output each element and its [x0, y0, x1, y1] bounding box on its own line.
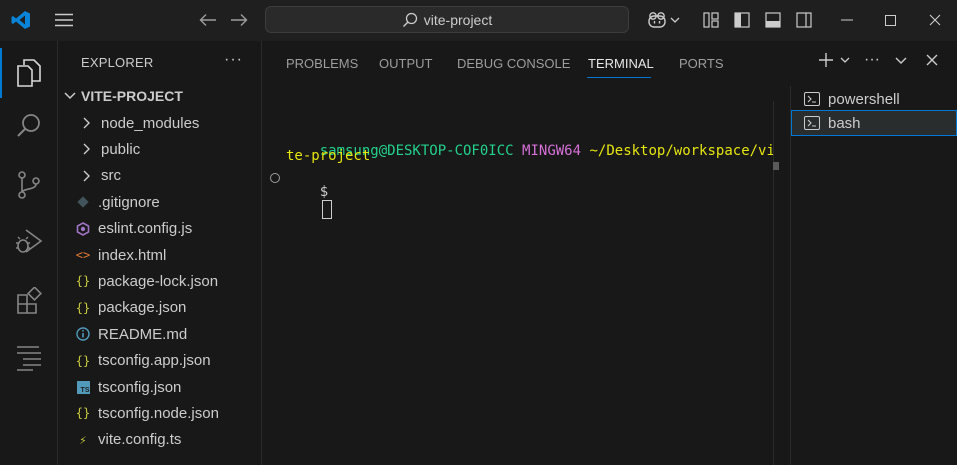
forward-arrow-icon[interactable]	[229, 11, 249, 29]
terminal-item-powershell[interactable]: powershell	[791, 86, 957, 112]
explorer-title: EXPLORER	[81, 55, 154, 70]
more-actions-icon[interactable]: ···	[224, 51, 243, 69]
vscode-logo-icon	[10, 9, 32, 31]
json-braces-icon: {}	[75, 406, 91, 421]
file-item[interactable]: {} tsconfig.app.json	[58, 348, 278, 374]
file-item[interactable]: <> index.html	[58, 242, 278, 268]
tree-item-label: index.html	[98, 246, 167, 264]
run-debug-icon[interactable]	[0, 217, 58, 265]
terminal-scrollbar[interactable]	[773, 101, 782, 465]
terminal-item-label: bash	[828, 114, 861, 132]
terminal-input-line[interactable]: $	[286, 168, 332, 235]
tree-item-label: tsconfig.app.json	[98, 352, 211, 370]
outline-icon[interactable]	[0, 333, 58, 381]
file-item[interactable]: README.md	[58, 321, 278, 347]
explorer-icon[interactable]	[0, 49, 58, 97]
maximize-icon[interactable]	[881, 11, 899, 29]
terminal-item-bash[interactable]: bash	[791, 110, 957, 136]
tree-item-label: src	[101, 167, 121, 185]
folder-item[interactable]: public	[58, 136, 281, 162]
json-braces-icon: {}	[75, 274, 91, 289]
close-icon[interactable]	[924, 51, 940, 69]
git-diamond-icon	[75, 194, 91, 210]
copilot-icon[interactable]	[646, 10, 668, 30]
terminal-icon	[804, 92, 820, 106]
html-brackets-icon: <>	[75, 248, 91, 262]
file-item[interactable]: {} package-lock.json	[58, 268, 278, 294]
title-bar: vite-project	[0, 0, 957, 41]
terminal-prompt-symbol: $	[319, 184, 329, 200]
project-folder-header[interactable]: VITE-PROJECT	[63, 88, 183, 104]
tree-item-label: .gitignore	[98, 193, 160, 211]
terminal-icon	[804, 116, 820, 130]
explorer-sidebar: EXPLORER ··· VITE-PROJECT node_modulespu…	[58, 41, 262, 465]
menu-icon[interactable]	[53, 11, 75, 29]
customize-layout-icon[interactable]	[702, 11, 720, 29]
chevron-right-icon	[78, 141, 94, 157]
folder-item[interactable]: node_modules	[58, 110, 281, 136]
json-braces-icon: {}	[75, 300, 91, 315]
command-decoration-icon	[270, 173, 280, 183]
active-tab-underline	[587, 77, 651, 78]
scrollbar-marker	[773, 162, 779, 170]
eslint-hexagon-icon	[75, 221, 91, 237]
more-icon[interactable]: ···	[862, 51, 882, 69]
search-text: vite-project	[423, 11, 493, 28]
file-item[interactable]: ⚡ vite.config.ts	[58, 427, 278, 453]
close-icon[interactable]	[926, 11, 944, 29]
tree-item-label: package.json	[98, 299, 187, 317]
toggle-primary-sidebar-icon[interactable]	[733, 11, 751, 29]
chevron-down-icon[interactable]	[839, 51, 851, 69]
project-name: VITE-PROJECT	[81, 88, 183, 104]
typescript-icon: TS	[75, 379, 91, 395]
terminal-item-label: powershell	[828, 90, 900, 108]
search-icon[interactable]	[0, 102, 58, 150]
terminal-shell-name: MINGW64	[522, 143, 582, 159]
json-braces-icon: {}	[75, 353, 91, 368]
extensions-icon[interactable]	[0, 277, 58, 325]
minimize-icon[interactable]	[838, 11, 856, 29]
plus-icon[interactable]	[817, 51, 835, 69]
file-item[interactable]: TS tsconfig.json	[58, 374, 278, 400]
tab-ports[interactable]: PORTS	[679, 56, 724, 71]
tree-item-label: node_modules	[101, 114, 200, 132]
terminal-path: ~/Desktop/workspace/vi	[589, 143, 775, 159]
terminal-tabs-list: powershell bash	[790, 86, 957, 465]
toggle-secondary-sidebar-icon[interactable]	[795, 11, 813, 29]
info-icon	[75, 326, 91, 342]
tree-item-label: README.md	[98, 325, 188, 343]
panel-tab-bar: PROBLEMS OUTPUT DEBUG CONSOLE TERMINAL P…	[262, 41, 957, 86]
tree-item-label: vite.config.ts	[98, 431, 182, 449]
source-control-icon[interactable]	[0, 161, 58, 209]
file-item[interactable]: {} package.json	[58, 295, 278, 321]
tree-item-label: eslint.config.js	[98, 220, 193, 238]
tree-item-label: public	[101, 140, 141, 158]
command-center-search[interactable]: vite-project	[265, 6, 629, 33]
tab-debug-console[interactable]: DEBUG CONSOLE	[457, 56, 570, 71]
file-item[interactable]: .gitignore	[58, 189, 278, 215]
tab-output[interactable]: OUTPUT	[379, 56, 432, 71]
terminal-output[interactable]: samsung@DESKTOP-COF0ICC MINGW64 ~/Deskto…	[262, 86, 790, 465]
chevron-right-icon	[78, 168, 94, 184]
terminal-path-continuation: te-project	[286, 148, 371, 164]
tree-item-label: tsconfig.node.json	[98, 404, 219, 422]
folder-item[interactable]: src	[58, 163, 281, 189]
activity-bar	[0, 41, 58, 465]
tab-problems[interactable]: PROBLEMS	[286, 56, 358, 71]
terminal-cursor	[321, 200, 332, 219]
tab-terminal[interactable]: TERMINAL	[588, 56, 654, 71]
chevron-down-icon	[63, 91, 77, 101]
back-arrow-icon[interactable]	[198, 11, 218, 29]
tree-item-label: package-lock.json	[98, 272, 219, 290]
chevron-down-icon[interactable]	[669, 14, 681, 26]
search-icon	[402, 12, 418, 28]
chevron-right-icon	[78, 115, 94, 131]
toggle-panel-icon[interactable]	[764, 11, 782, 29]
file-item[interactable]: {} tsconfig.node.json	[58, 400, 278, 426]
collapse-icon[interactable]	[893, 51, 909, 69]
tree-item-label: tsconfig.json	[98, 378, 182, 396]
file-item[interactable]: eslint.config.js	[58, 216, 278, 242]
vite-bolt-icon: ⚡	[79, 432, 87, 447]
